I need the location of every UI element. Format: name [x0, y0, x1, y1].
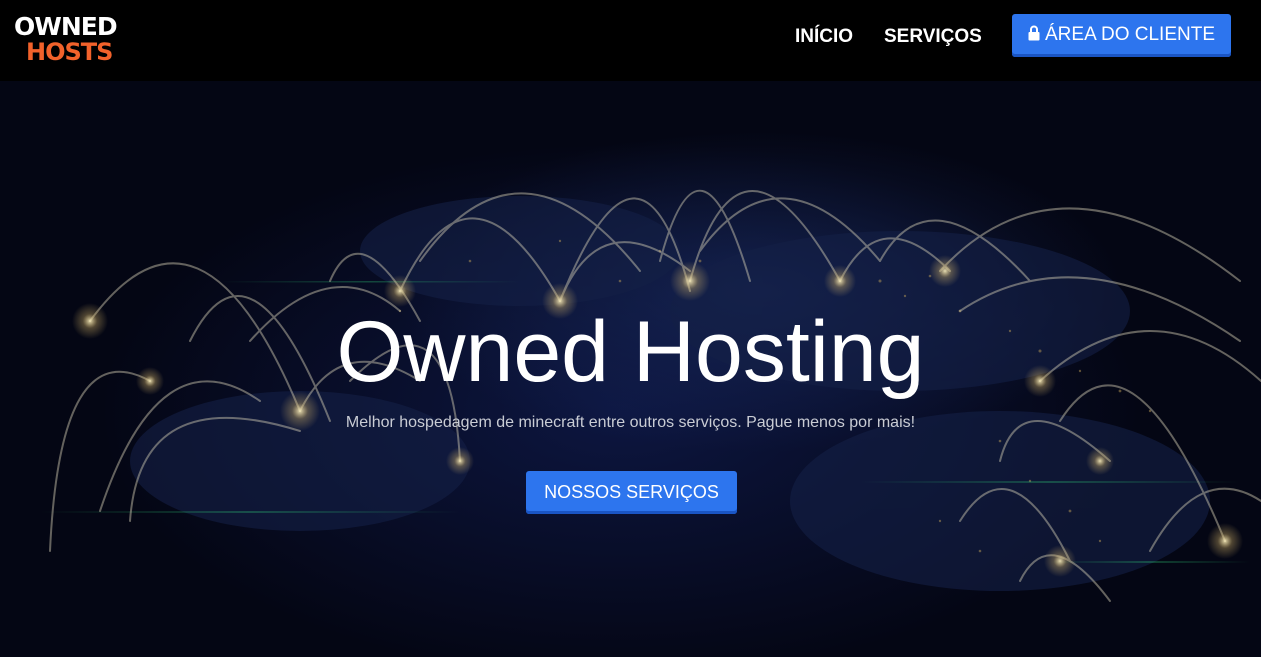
hero-title: Owned Hosting — [336, 304, 925, 400]
logo-text-owned: OWNED — [14, 12, 118, 41]
nav-link-inicio[interactable]: INÍCIO — [795, 25, 853, 49]
logo-text-hosts: HOSTS — [26, 38, 113, 66]
owned-hosts-logo[interactable]: OWNED HOSTS — [14, 14, 124, 68]
top-navbar: OWNED HOSTS INÍCIO SERVIÇOS ÁREA DO CLIE… — [0, 0, 1261, 81]
nav-link-servicos[interactable]: SERVIÇOS — [884, 25, 982, 49]
client-area-button[interactable]: ÁREA DO CLIENTE — [1012, 14, 1231, 57]
hero-subtitle: Melhor hospedagem de minecraft entre out… — [345, 414, 916, 431]
our-services-button[interactable]: NOSSOS SERVIÇOS — [526, 471, 737, 514]
hero-section: Owned Hosting Melhor hospedagem de minec… — [0, 81, 1261, 657]
lock-icon — [1028, 15, 1040, 41]
client-area-label: ÁREA DO CLIENTE — [1045, 24, 1215, 45]
